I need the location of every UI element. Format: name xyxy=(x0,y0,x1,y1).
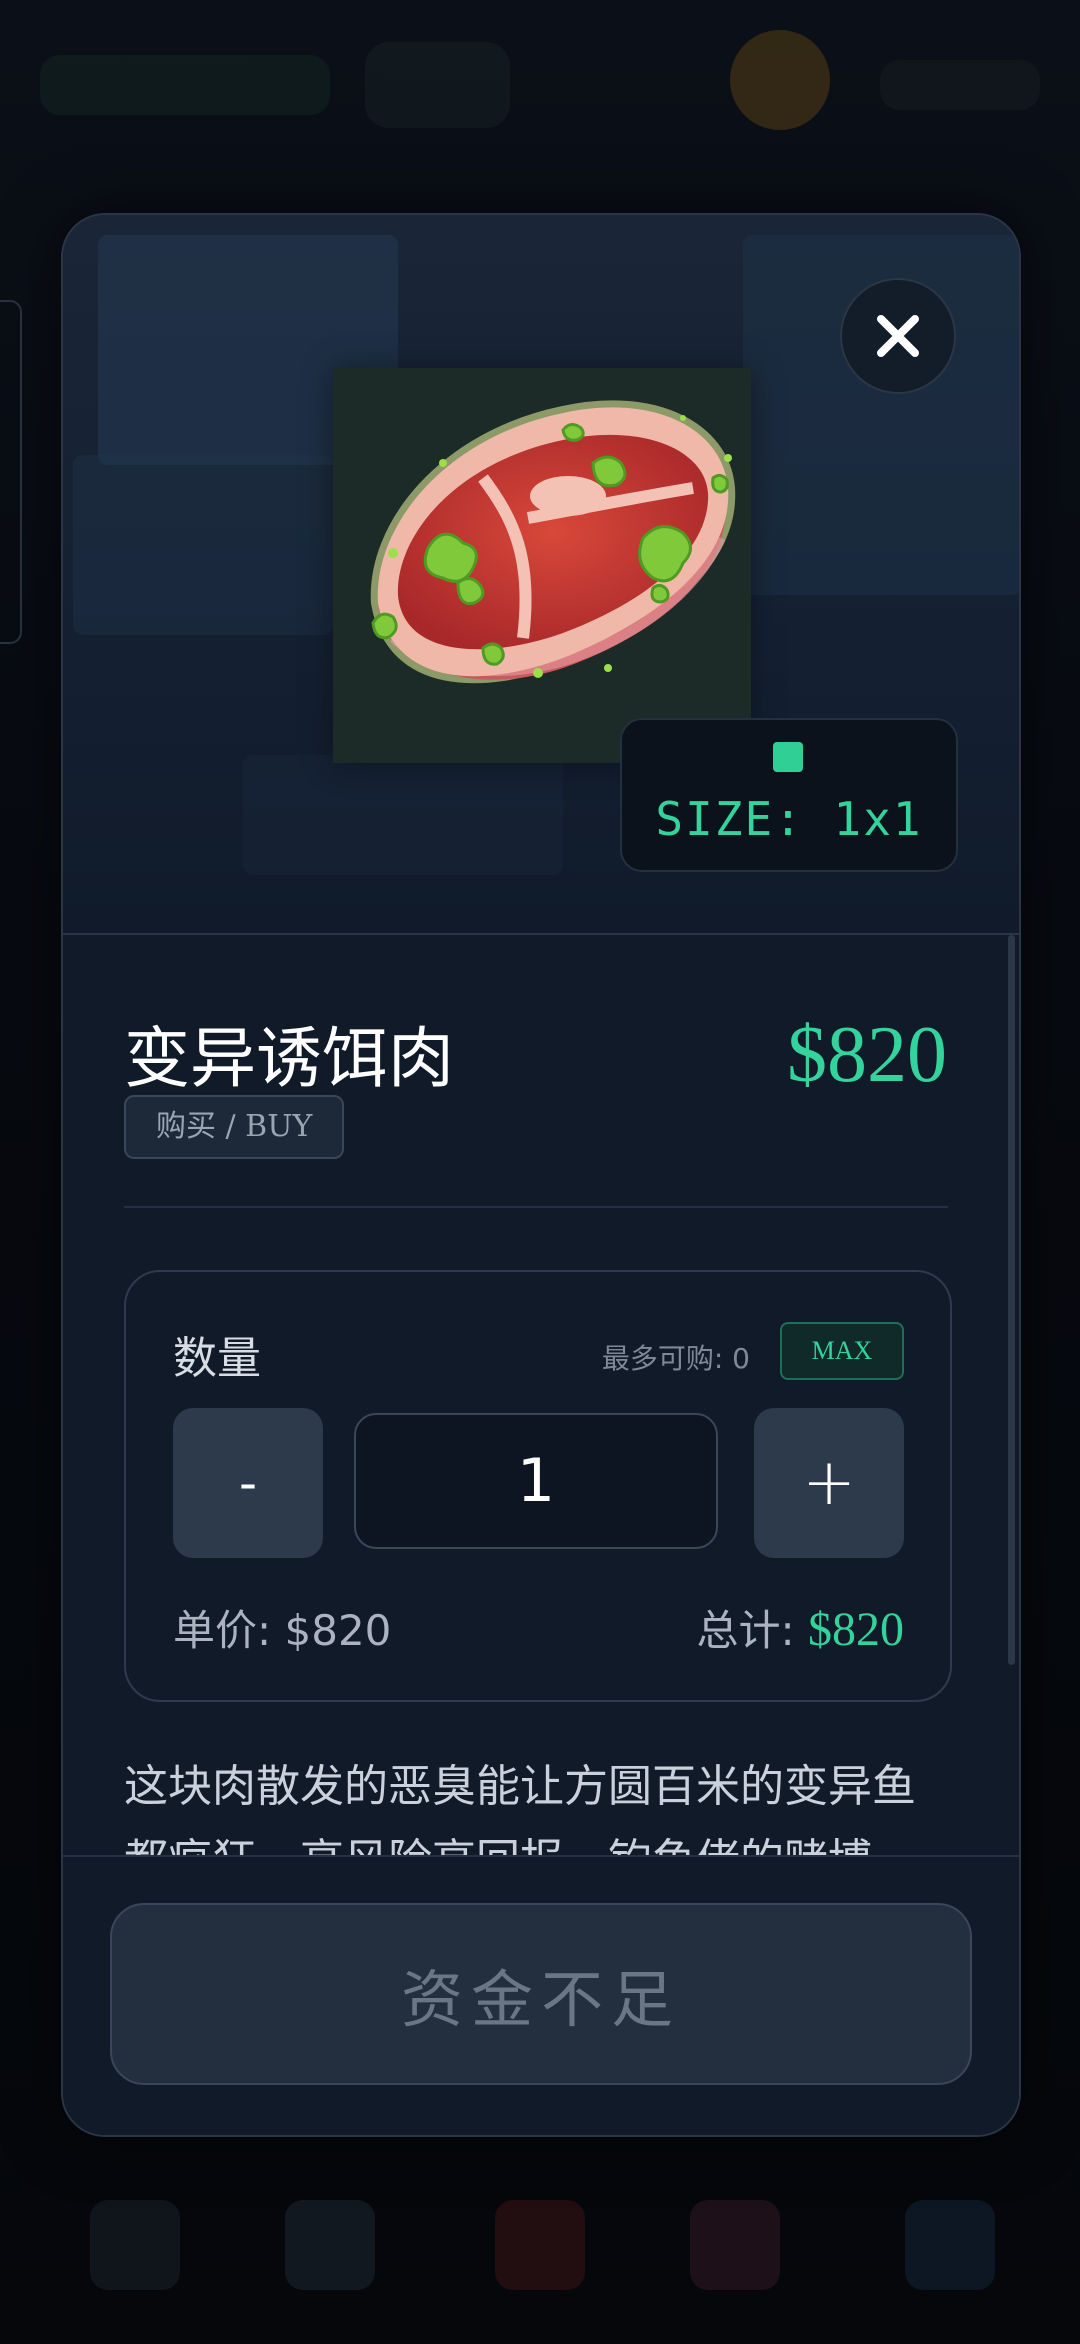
section-divider xyxy=(124,1206,948,1208)
size-label: SIZE: 1x1 xyxy=(655,792,923,846)
decrement-button[interactable]: - xyxy=(173,1408,323,1558)
item-name: 变异诱饵肉 xyxy=(124,1020,454,1097)
max-button[interactable]: MAX xyxy=(780,1322,904,1380)
increment-button[interactable]: + xyxy=(754,1408,904,1558)
insufficient-funds-button[interactable]: 资金不足 xyxy=(110,1903,972,2085)
close-button[interactable] xyxy=(840,278,956,394)
item-hero: SIZE: 1x1 xyxy=(63,215,1019,935)
background-topbar xyxy=(0,0,1080,170)
quantity-input[interactable] xyxy=(354,1413,718,1549)
close-icon xyxy=(877,315,919,357)
item-description: 这块肉散发的恶臭能让方圆百米的变异鱼都疯狂。高风险高回报，钓鱼佬的赌博。 xyxy=(124,1761,916,1860)
item-price: $820 xyxy=(787,1011,947,1099)
purchase-modal: SIZE: 1x1 变异诱饵肉 购买 / BUY $820 数量 最多可购: 0… xyxy=(61,213,1021,2137)
background-bottom-nav xyxy=(0,2150,1080,2344)
scrollbar[interactable] xyxy=(1008,935,1015,1665)
background-coin-icon xyxy=(730,30,830,130)
total-value: $820 xyxy=(808,1603,904,1656)
hero-divider xyxy=(63,933,1019,935)
item-image xyxy=(333,368,751,763)
modal-footer: 资金不足 xyxy=(63,1855,1019,2135)
size-grid-icon xyxy=(773,742,803,772)
size-badge: SIZE: 1x1 xyxy=(620,718,958,872)
mutant-meat-icon xyxy=(370,400,736,684)
total-price: 总计: $820 xyxy=(696,1597,904,1658)
quantity-label: 数量 xyxy=(173,1333,261,1384)
unit-price: 单价: $820 xyxy=(173,1606,392,1655)
quantity-panel: 数量 最多可购: 0 MAX - + 单价: $820 总计: $820 xyxy=(124,1270,952,1702)
background-side-panel xyxy=(0,300,22,644)
buy-tag: 购买 / BUY xyxy=(124,1095,345,1159)
max-purchasable: 最多可购: 0 xyxy=(601,1342,750,1375)
total-label: 总计: xyxy=(696,1606,795,1655)
